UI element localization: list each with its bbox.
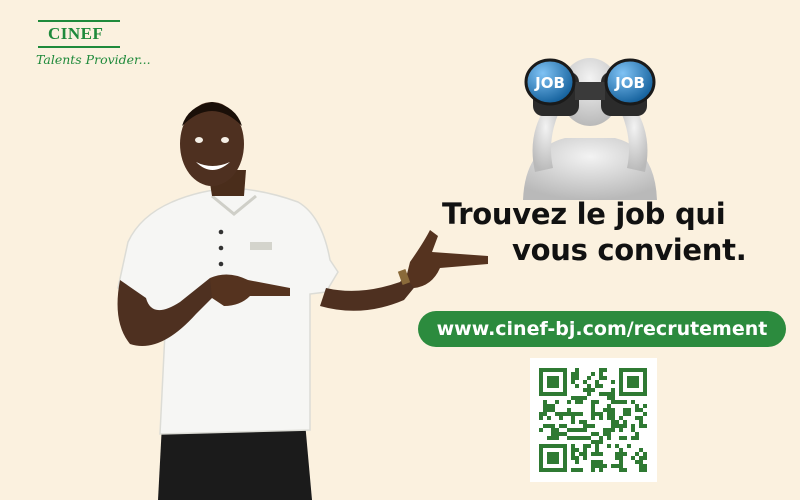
headline-line-2: vous convient. <box>512 233 747 267</box>
brand-name: CINEF <box>48 24 104 43</box>
logo-rule-bottom <box>38 46 120 48</box>
binocular-figure-icon: JOB JOB <box>523 58 657 200</box>
promo-banner: CINEF Talents Provider... JOB JOB Trouve… <box>0 0 800 500</box>
binocular-right-label: JOB <box>614 74 645 92</box>
headline: Trouvez le job qui vous convient. <box>430 196 760 276</box>
recruitment-url-link[interactable]: www.cinef-bj.com/recrutement <box>418 311 786 347</box>
brand-logo[interactable]: CINEF Talents Provider... <box>34 18 164 74</box>
qr-code[interactable] <box>530 358 657 482</box>
brand-tagline: Talents Provider... <box>36 52 151 67</box>
pointing-man-image <box>117 102 488 500</box>
logo-rule-top <box>38 20 120 22</box>
qr-code-icon <box>539 368 647 472</box>
binocular-left-label: JOB <box>534 74 565 92</box>
headline-line-1: Trouvez le job qui <box>442 197 726 231</box>
